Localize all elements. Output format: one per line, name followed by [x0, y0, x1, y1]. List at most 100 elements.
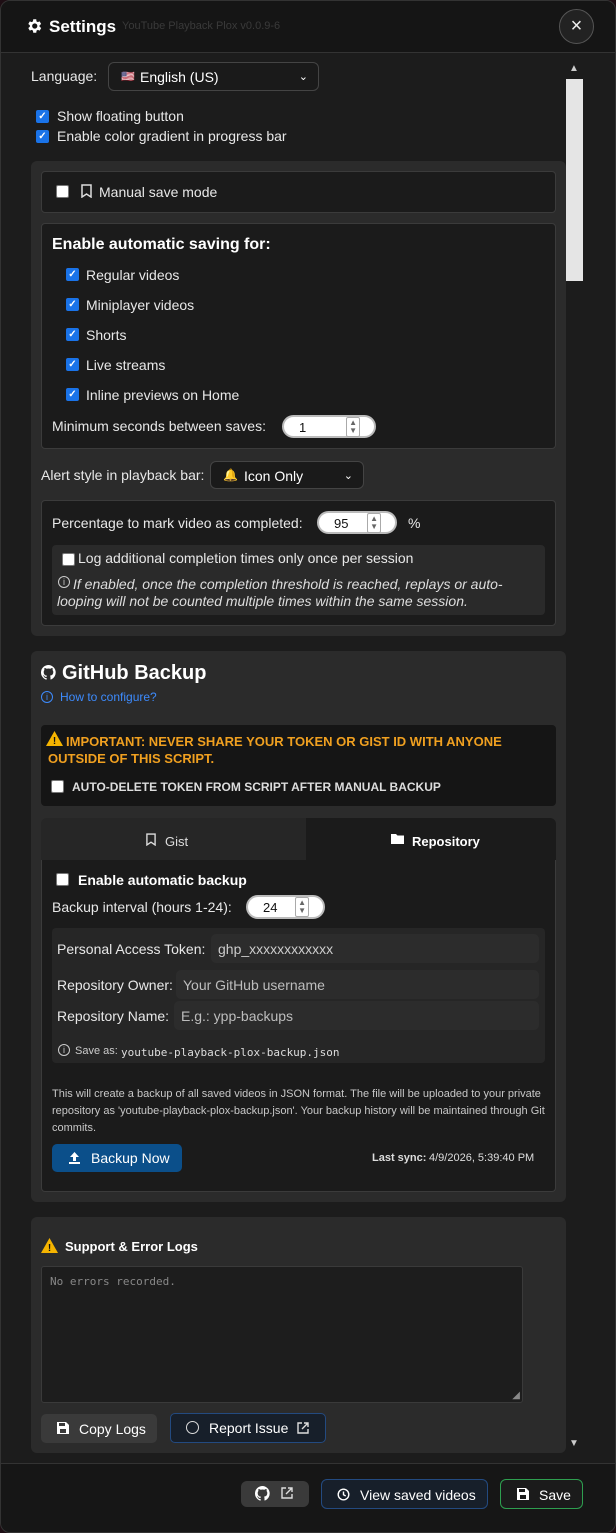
error-logs-title: Support & Error Logs [65, 1239, 198, 1254]
external-link-icon [297, 1422, 309, 1434]
error-logs-placeholder: No errors recorded. [50, 1275, 176, 1288]
svg-text:!: ! [48, 1243, 51, 1253]
report-issue-label: Report Issue [209, 1420, 289, 1436]
floating-button-checkbox[interactable]: ✓ [36, 110, 49, 123]
report-issue-button[interactable]: Report Issue [170, 1413, 326, 1443]
auto-delete-checkbox[interactable] [51, 780, 64, 793]
github-link-button[interactable] [241, 1481, 309, 1507]
manual-save-label: Manual save mode [99, 184, 218, 200]
tab-repository[interactable]: Repository [306, 818, 556, 860]
regular-videos-checkbox[interactable]: ✓ [66, 268, 79, 281]
github-icon [255, 1486, 270, 1501]
completion-input[interactable]: 95 ▲ ▼ [317, 511, 397, 534]
settings-dialog: Settings YouTube Playback Plox v0.0.9-6 … [0, 0, 616, 1533]
bell-icon: 🔔 [223, 468, 238, 482]
gradient-checkbox[interactable]: ✓ [36, 130, 49, 143]
percent-unit: % [408, 515, 421, 531]
repo-name-input[interactable]: E.g.: ypp-backups [174, 1001, 539, 1030]
warning-icon: ! [41, 1238, 58, 1253]
owner-label: Repository Owner: [57, 977, 173, 993]
backup-interval-value: 24 [263, 900, 278, 915]
alert-style-select[interactable]: 🔔 Icon Only ⌄ [210, 461, 364, 489]
completion-info-text: If enabled, once the completion threshol… [57, 576, 503, 609]
copy-logs-label: Copy Logs [79, 1421, 146, 1437]
repo-name-placeholder: E.g.: ypp-backups [181, 1008, 294, 1024]
owner-placeholder: Your GitHub username [183, 977, 325, 993]
alert-style-label: Alert style in playback bar: [41, 467, 205, 483]
tab-repository-label: Repository [412, 834, 480, 849]
min-seconds-value: 1 [299, 420, 307, 435]
us-flag-icon: 🇺🇸 [121, 71, 135, 83]
enable-auto-backup-checkbox[interactable] [56, 873, 69, 886]
inline-previews-checkbox[interactable]: ✓ [66, 388, 79, 401]
error-logs-textarea[interactable]: No errors recorded. ◢ [41, 1266, 523, 1403]
token-value: ghp_xxxxxxxxxxxx [218, 941, 334, 957]
enable-auto-backup-label: Enable automatic backup [78, 872, 247, 888]
auto-save-title: Enable automatic saving for: [52, 236, 271, 253]
external-link-icon [281, 1487, 293, 1499]
gradient-label: Enable color gradient in progress bar [57, 128, 287, 144]
miniplayer-checkbox[interactable]: ✓ [66, 298, 79, 311]
miniplayer-label: Miniplayer videos [86, 297, 195, 313]
alert-style-value: Icon Only [244, 468, 304, 484]
tab-gist[interactable]: Gist [41, 818, 306, 860]
info-icon: i [41, 691, 53, 703]
manual-save-checkbox[interactable] [56, 185, 69, 198]
inline-previews-label: Inline previews on Home [86, 387, 240, 403]
tab-gist-label: Gist [165, 834, 189, 849]
spinner-icon[interactable]: ▲ ▼ [367, 513, 381, 533]
backup-description: This will create a backup of all saved v… [52, 1088, 545, 1134]
github-backup-title: GitHub Backup [62, 662, 207, 684]
how-to-configure-link[interactable]: How to configure? [60, 690, 157, 704]
log-once-checkbox[interactable] [62, 553, 75, 566]
min-seconds-label: Minimum seconds between saves: [52, 418, 266, 434]
last-sync-label: Last sync: [372, 1152, 427, 1164]
close-button[interactable]: × [559, 9, 594, 44]
copy-logs-button[interactable]: Copy Logs [41, 1414, 157, 1443]
floppy-icon [57, 1422, 69, 1434]
last-sync-value: 4/9/2026, 5:39:40 PM [429, 1152, 535, 1164]
backup-now-label: Backup Now [91, 1150, 170, 1166]
upload-icon [69, 1152, 80, 1164]
floppy-icon [517, 1488, 529, 1500]
completion-value: 95 [334, 516, 349, 531]
bookmark-icon [81, 184, 92, 198]
shorts-checkbox[interactable]: ✓ [66, 328, 79, 341]
spinner-icon[interactable]: ▲ ▼ [295, 897, 309, 917]
info-icon: i [58, 1044, 70, 1056]
view-saved-videos-button[interactable]: View saved videos [321, 1479, 488, 1509]
repo-name-label: Repository Name: [57, 1008, 170, 1024]
regular-videos-label: Regular videos [86, 267, 180, 283]
dot-circle-icon [186, 1421, 199, 1434]
token-label: Personal Access Token: [57, 941, 206, 957]
github-icon [41, 665, 56, 680]
token-input[interactable]: ghp_xxxxxxxxxxxx [211, 934, 539, 963]
owner-input[interactable]: Your GitHub username [176, 970, 539, 999]
chevron-down-icon: ⌄ [298, 71, 308, 83]
completion-label: Percentage to mark video as completed: [52, 515, 303, 531]
scroll-up-arrow[interactable]: ▲ [569, 63, 579, 74]
folder-icon [391, 834, 404, 844]
resize-handle-icon[interactable]: ◢ [512, 1390, 520, 1401]
backup-now-button[interactable]: Backup Now [52, 1144, 182, 1172]
min-seconds-input[interactable]: 1 ▲ ▼ [282, 415, 376, 438]
dialog-header: Settings YouTube Playback Plox v0.0.9-6 … [1, 1, 615, 53]
spinner-icon[interactable]: ▲ ▼ [346, 417, 360, 437]
warning-text: IMPORTANT: NEVER SHARE YOUR TOKEN OR GIS… [48, 734, 502, 766]
save-as-filename: youtube-playback-plox-backup.json [121, 1046, 340, 1059]
backup-interval-label: Backup interval (hours 1-24): [52, 899, 232, 915]
scroll-down-arrow[interactable]: ▼ [569, 1438, 579, 1449]
history-icon [337, 1488, 350, 1501]
view-saved-videos-label: View saved videos [360, 1487, 476, 1503]
chevron-down-icon: ⌄ [343, 470, 353, 482]
save-as-label: Save as: [75, 1045, 118, 1057]
backup-interval-input[interactable]: 24 ▲ ▼ [246, 895, 325, 919]
close-icon: × [570, 15, 583, 37]
floating-button-label: Show floating button [57, 108, 184, 124]
language-select[interactable]: 🇺🇸 English (US) ⌄ [108, 62, 319, 91]
gear-icon [28, 19, 42, 33]
live-streams-checkbox[interactable]: ✓ [66, 358, 79, 371]
save-button[interactable]: Save [500, 1479, 583, 1509]
scrollbar-thumb[interactable] [566, 79, 583, 281]
bookmark-icon [146, 833, 156, 846]
